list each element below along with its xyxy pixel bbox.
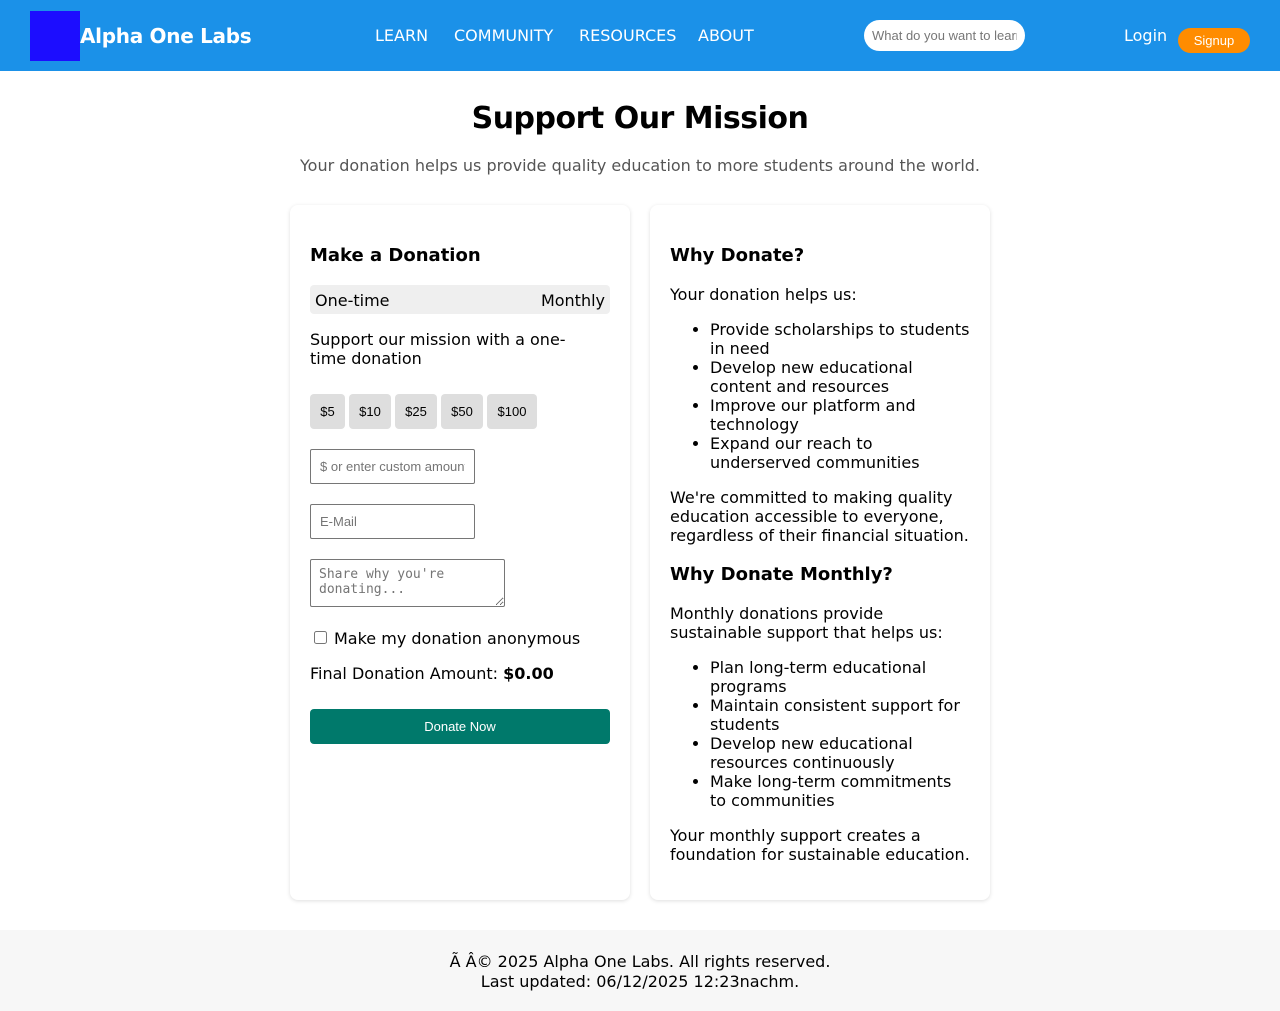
why-intro: Your donation helps us:	[670, 285, 857, 304]
list-item: Improve our platform and technology	[710, 396, 970, 434]
monthly-closing: Your monthly support creates a foundatio…	[670, 826, 970, 864]
donation-heading: Make a Donation	[310, 245, 481, 266]
amount-button-100[interactable]: $100	[487, 394, 537, 429]
message-textarea[interactable]	[310, 559, 505, 607]
email-input[interactable]	[310, 504, 475, 539]
page-subtitle: Your donation helps us provide quality e…	[300, 156, 980, 175]
nav-resources[interactable]: RESOURCES	[579, 26, 676, 45]
donate-now-button[interactable]: Donate Now	[310, 709, 610, 744]
list-item: Provide scholarships to students in need	[710, 320, 970, 358]
final-amount-value: $0.00	[503, 664, 554, 683]
donation-card: Make a Donation One-time Monthly Support…	[290, 205, 630, 900]
amount-button-10[interactable]: $10	[349, 394, 391, 429]
page-title: Support Our Mission	[471, 101, 809, 136]
toggle-one-time[interactable]: One-time	[315, 291, 390, 310]
toggle-monthly[interactable]: Monthly	[541, 291, 605, 310]
monthly-intro: Monthly donations provide sustainable su…	[670, 604, 943, 642]
footer: Ã Â© 2025 Alpha One Labs. All rights res…	[0, 930, 1280, 1011]
list-item: Plan long-term educational programs	[710, 658, 970, 696]
footer-copyright: Ã Â© 2025 Alpha One Labs. All rights res…	[449, 952, 831, 971]
why-closing: We're committed to making quality educat…	[670, 488, 969, 545]
why-monthly-heading: Why Donate Monthly?	[670, 564, 893, 585]
why-donate-card: Why Donate? Your donation helps us: Prov…	[650, 205, 990, 900]
monthly-list: Plan long-term educational programs Main…	[710, 658, 970, 810]
search-input[interactable]	[864, 20, 1025, 51]
logo-icon[interactable]	[30, 11, 80, 61]
amount-button-5[interactable]: $5	[310, 394, 345, 429]
final-amount: Final Donation Amount: $0.00	[310, 664, 554, 683]
list-item: Make long-term commitments to communitie…	[710, 772, 970, 810]
list-item: Maintain consistent support for students	[710, 696, 970, 734]
navbar: Alpha One Labs LEARN COMMUNITY RESOURCES…	[0, 0, 1280, 71]
why-list: Provide scholarships to students in need…	[710, 320, 970, 472]
nav-about[interactable]: ABOUT	[698, 26, 754, 45]
nav-community[interactable]: COMMUNITY	[454, 26, 553, 45]
nav-learn[interactable]: LEARN	[375, 26, 428, 45]
footer-last-updated: Last updated: 06/12/2025 12:23nachm.	[480, 972, 800, 991]
list-item: Develop new educational resources contin…	[710, 734, 970, 772]
why-donate-heading: Why Donate?	[670, 245, 805, 266]
donation-description: Support our mission with a one-time dona…	[310, 330, 566, 368]
signup-button[interactable]: Signup	[1178, 28, 1250, 53]
amount-button-50[interactable]: $50	[441, 394, 483, 429]
list-item: Expand our reach to underserved communit…	[710, 434, 970, 472]
frequency-toggle: One-time Monthly	[310, 285, 610, 314]
anonymous-checkbox[interactable]	[314, 631, 327, 644]
list-item: Develop new educational content and reso…	[710, 358, 970, 396]
brand-name[interactable]: Alpha One Labs	[80, 24, 252, 48]
custom-amount-input[interactable]	[310, 449, 475, 484]
amount-button-25[interactable]: $25	[395, 394, 437, 429]
anonymous-label[interactable]: Make my donation anonymous	[334, 629, 580, 648]
final-amount-label: Final Donation Amount:	[310, 664, 499, 683]
login-link[interactable]: Login	[1124, 26, 1167, 45]
